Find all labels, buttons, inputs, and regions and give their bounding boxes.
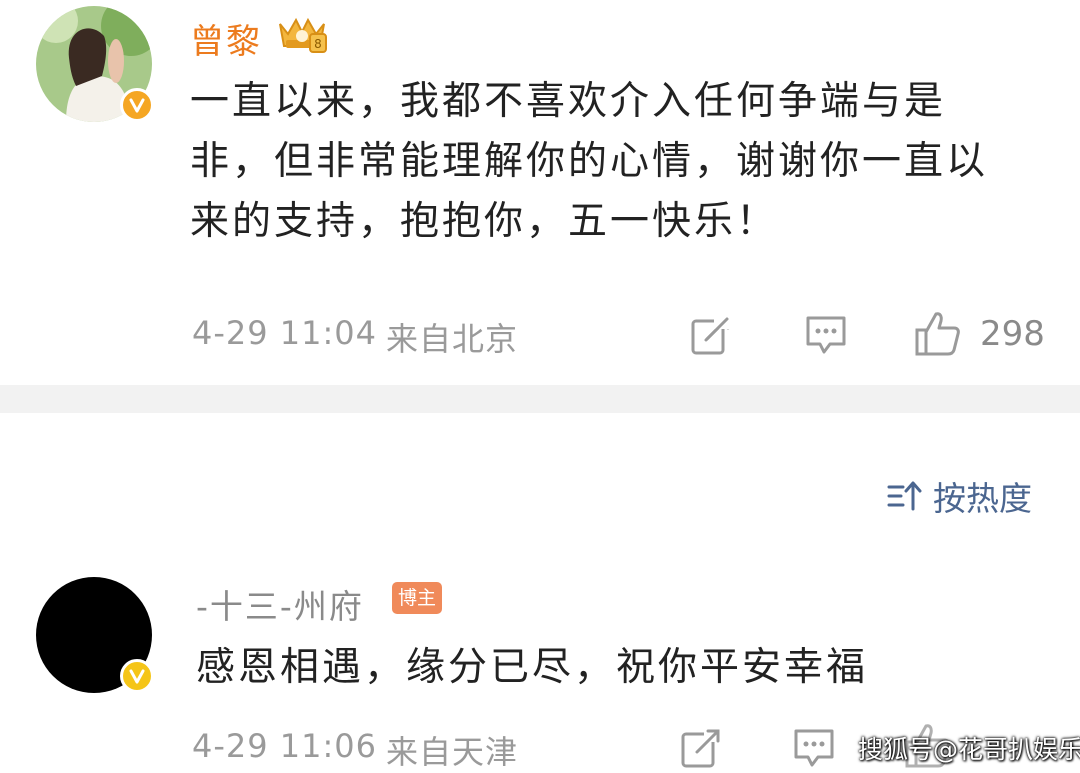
blogger-tag: 博主 (392, 582, 443, 614)
crown-badge-icon: 8 (279, 17, 327, 53)
comment-author-avatar[interactable] (36, 577, 154, 693)
sort-icon (887, 481, 922, 511)
comment-author-name[interactable]: -十三-州府 (196, 580, 364, 628)
watermark: 搜狐号@花哥扒娱乐 (858, 735, 1080, 764)
comment-location: 来自天津 (386, 733, 519, 771)
sort-by-hot-button[interactable]: 按热度 (887, 472, 1032, 520)
verified-badge-icon (120, 659, 154, 693)
comment-timestamp: 4-29 11:06 (192, 727, 378, 765)
post-content: 一直以来，我都不喜欢介入任何争端与是非，但非常能理解你的心情，谢谢你一直以来的支… (190, 79, 989, 244)
repost-icon[interactable] (680, 727, 722, 769)
post-location: 来自北京 (386, 320, 519, 358)
section-divider (0, 385, 1080, 413)
repost-icon[interactable] (690, 314, 732, 356)
svg-text:8: 8 (314, 37, 322, 51)
post-author-avatar[interactable] (36, 6, 154, 122)
weibo-post: 曾黎 8 一直以来，我都不喜欢介入任何争端与是非，但非常能理解你的心情，谢谢你一… (0, 0, 1080, 385)
sort-label: 按热度 (933, 479, 1032, 518)
like-icon[interactable] (914, 310, 962, 358)
like-count: 298 (980, 314, 1045, 354)
comment-content: 感恩相遇，缘分已尽，祝你平安幸福 (196, 645, 869, 690)
verified-badge-icon (120, 88, 154, 122)
comment-icon[interactable] (792, 727, 836, 769)
post-timestamp: 4-29 11:04 (192, 314, 378, 352)
comment-icon[interactable] (804, 314, 848, 356)
post-author-name[interactable]: 曾黎 (190, 14, 262, 63)
